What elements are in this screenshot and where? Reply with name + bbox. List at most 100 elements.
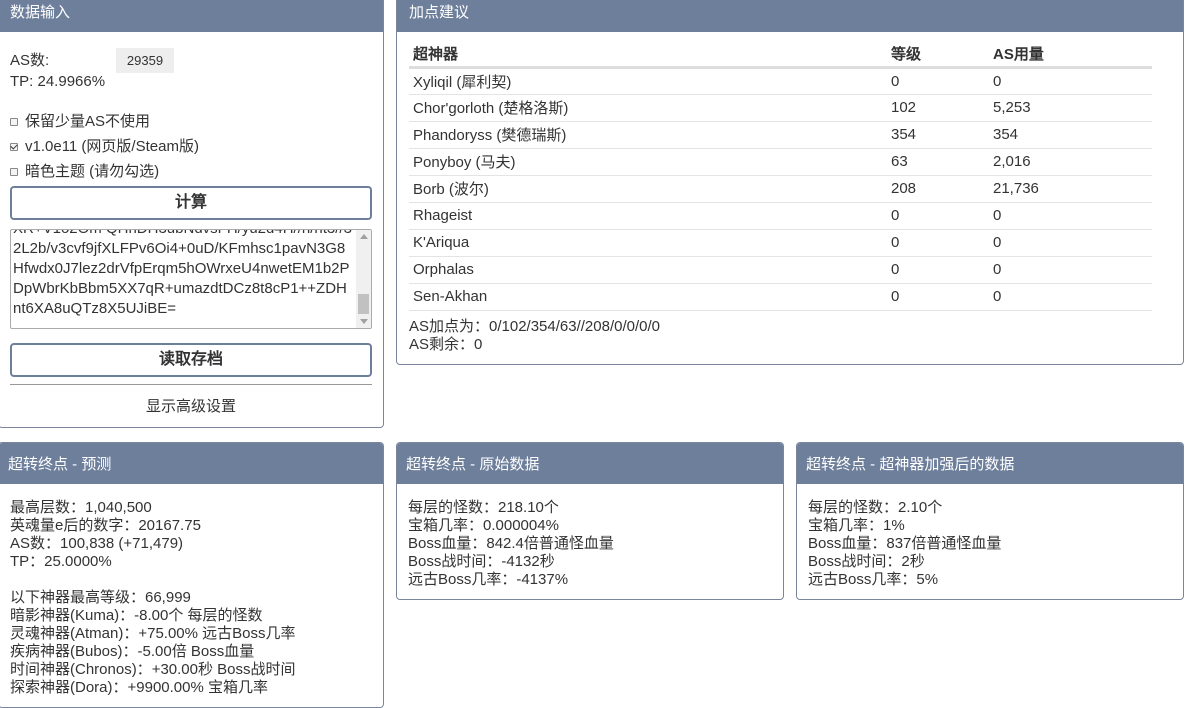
prediction-title: 超转终点 - 预测 [0, 443, 383, 484]
suggestion-title: 加点建议 [397, 0, 1183, 32]
outsider-level: 0 [887, 229, 989, 257]
table-row: Borb (波尔) 208 21,736 [409, 175, 1152, 203]
boosted-data-line: 远古Boss几率：5% [808, 571, 939, 588]
header-outsider: 超神器 [409, 42, 887, 69]
save-data-scrollbar[interactable] [356, 230, 371, 328]
boosted-data-line: Boss血量：837倍普通怪血量 [808, 535, 1002, 552]
raw-data-line: Boss战时间：-4132秒 [408, 553, 555, 570]
outsider-as-cost: 21,736 [989, 175, 1152, 203]
scroll-up-icon[interactable] [360, 234, 368, 239]
checkbox-version[interactable] [10, 143, 18, 151]
option-version[interactable]: v1.0e11 (网页版/Steam版) [10, 136, 199, 158]
save-data-text: XR+V1o2Om QHnDH3ubNdvsFH/yu2d4H//n/ht3//… [13, 230, 352, 317]
outsider-as-cost: 0 [989, 229, 1152, 257]
prediction-panel: 超转终点 - 预测 最高层数：1,040,500 英魂量e后的数字：20167.… [0, 442, 384, 708]
scroll-thumb[interactable] [358, 294, 369, 314]
outsider-level: 354 [887, 121, 989, 149]
table-row: Ponyboy (马夫) 63 2,016 [409, 148, 1152, 176]
load-save-button[interactable]: 读取存档 [10, 343, 372, 377]
outsider-name: Chor'gorloth (楚格洛斯) [409, 94, 887, 122]
raw-data-line: Boss血量：842.4倍普通怪血量 [408, 535, 614, 552]
table-row: Orphalas 0 0 [409, 256, 1152, 284]
as-remaining-text: AS剩余：0 [409, 336, 483, 353]
table-row: Rhageist 0 0 [409, 202, 1152, 230]
outsider-level: 63 [887, 148, 989, 176]
outsider-level: 0 [887, 67, 989, 95]
outsider-as-cost: 0 [989, 283, 1152, 311]
outsider-as-cost: 0 [989, 67, 1152, 95]
option-dark-theme[interactable]: 暗色主题 (请勿勾选) [10, 161, 159, 183]
table-row: Phandoryss (樊德瑞斯) 354 354 [409, 121, 1152, 149]
table-row: Xyliqil (犀利契) 0 0 [409, 67, 1152, 95]
outsider-as-cost: 0 [989, 256, 1152, 284]
outsider-as-cost: 5,253 [989, 94, 1152, 122]
outsider-level: 0 [887, 256, 989, 284]
ancient-line: 时间神器(Chronos)：+30.00秒 Boss战时间 [10, 661, 296, 678]
boosted-data-line: 每层的怪数：2.10个 [808, 499, 943, 516]
raw-data-line: 远古Boss几率：-4137% [408, 571, 569, 588]
option-dark-theme-label: 暗色主题 (请勿勾选) [25, 163, 160, 180]
outsider-name: Sen-Akhan [409, 283, 887, 311]
table-row: K'Ariqua 0 0 [409, 229, 1152, 257]
raw-data-panel: 超转终点 - 原始数据 每层的怪数：218.10个 宝箱几率：0.000004%… [396, 442, 784, 600]
prediction-body: 最高层数：1,040,500 英魂量e后的数字：20167.75 AS数：100… [10, 499, 296, 697]
option-reserve-as-label: 保留少量AS不使用 [25, 113, 151, 130]
checkbox-reserve-as[interactable] [10, 118, 18, 126]
suggestion-panel: 加点建议 超神器 等级 AS用量 Xyliqil (犀利契) 0 0 Chor'go… [396, 0, 1184, 365]
as-points-text: AS加点为：0/102/354/63//208/0/0/0/0 [409, 318, 660, 335]
checkbox-dark-theme[interactable] [10, 168, 18, 176]
boosted-data-body: 每层的怪数：2.10个 宝箱几率：1% Boss血量：837倍普通怪血量 Bos… [808, 499, 1001, 589]
divider [10, 384, 372, 385]
prediction-line: 最高层数：1,040,500 [10, 499, 152, 516]
prediction-line: TP：25.0000% [10, 553, 112, 570]
table-row: Chor'gorloth (楚格洛斯) 102 5,253 [409, 94, 1152, 122]
outsider-level: 208 [887, 175, 989, 203]
suggestion-summary: AS加点为：0/102/354/63//208/0/0/0/0 AS剩余：0 [409, 318, 660, 354]
as-label: AS数: [10, 52, 50, 69]
outsider-as-cost: 2,016 [989, 148, 1152, 176]
outsider-level: 102 [887, 94, 989, 122]
tp-text: TP: 24.9966% [10, 73, 106, 90]
outsider-name: Ponyboy (马夫) [409, 148, 887, 176]
outsider-level: 0 [887, 202, 989, 230]
scroll-down-icon[interactable] [360, 319, 368, 324]
header-level: 等级 [887, 42, 989, 69]
ancient-line: 探索神器(Dora)：+9900.00% 宝箱几率 [10, 679, 268, 696]
boosted-data-title: 超转终点 - 超神器加强后的数据 [797, 443, 1183, 484]
table-row: Sen-Akhan 0 0 [409, 283, 1152, 311]
ancient-line: 灵魂神器(Atman)：+75.00% 远古Boss几率 [10, 625, 296, 642]
boosted-data-line: 宝箱几率：1% [808, 517, 905, 534]
option-reserve-as[interactable]: 保留少量AS不使用 [10, 111, 150, 133]
raw-data-line: 每层的怪数：218.10个 [408, 499, 559, 516]
header-as-cost: AS用量 [989, 42, 1152, 69]
outsider-name: Phandoryss (樊德瑞斯) [409, 121, 887, 149]
show-advanced-settings-link[interactable]: 显示高级设置 [10, 395, 372, 416]
raw-data-line: 宝箱几率：0.000004% [408, 517, 559, 534]
boosted-data-panel: 超转终点 - 超神器加强后的数据 每层的怪数：2.10个 宝箱几率：1% Bos… [796, 442, 1184, 600]
outsider-name: Orphalas [409, 256, 887, 284]
as-value-input[interactable]: 29359 [116, 48, 174, 73]
save-data-textarea[interactable]: XR+V1o2Om QHnDH3ubNdvsFH/yu2d4H//n/ht3//… [10, 229, 372, 329]
option-version-label: v1.0e11 (网页版/Steam版) [25, 138, 199, 155]
outsider-as-cost: 354 [989, 121, 1152, 149]
ancient-line: 暗影神器(Kuma)：-8.00个 每层的怪数 [10, 607, 263, 624]
raw-data-body: 每层的怪数：218.10个 宝箱几率：0.000004% Boss血量：842.… [408, 499, 614, 589]
outsider-name: Rhageist [409, 202, 887, 230]
outsider-name: Borb (波尔) [409, 175, 887, 203]
data-input-panel: 数据输入 AS数: 29359 TP: 24.9966% 保留少量AS不使用 v… [0, 0, 384, 428]
outsider-as-cost: 0 [989, 202, 1152, 230]
ancient-line: 以下神器最高等级：66,999 [10, 589, 191, 606]
boosted-data-line: Boss战时间：2秒 [808, 553, 925, 570]
outsider-name: K'Ariqua [409, 229, 887, 257]
prediction-line: AS数：100,838 (+71,479) [10, 535, 184, 552]
outsider-table: 超神器 等级 AS用量 Xyliqil (犀利契) 0 0 Chor'gorloth… [409, 42, 1152, 311]
table-header-row: 超神器 等级 AS用量 [409, 42, 1152, 69]
calculate-button[interactable]: 计算 [10, 186, 372, 220]
data-input-title: 数据输入 [0, 0, 383, 32]
prediction-line: 英魂量e后的数字：20167.75 [10, 517, 201, 534]
outsider-level: 0 [887, 283, 989, 311]
outsider-name: Xyliqil (犀利契) [409, 67, 887, 95]
ancient-line: 疾病神器(Bubos)：-5.00倍 Boss血量 [10, 643, 255, 660]
raw-data-title: 超转终点 - 原始数据 [397, 443, 783, 484]
